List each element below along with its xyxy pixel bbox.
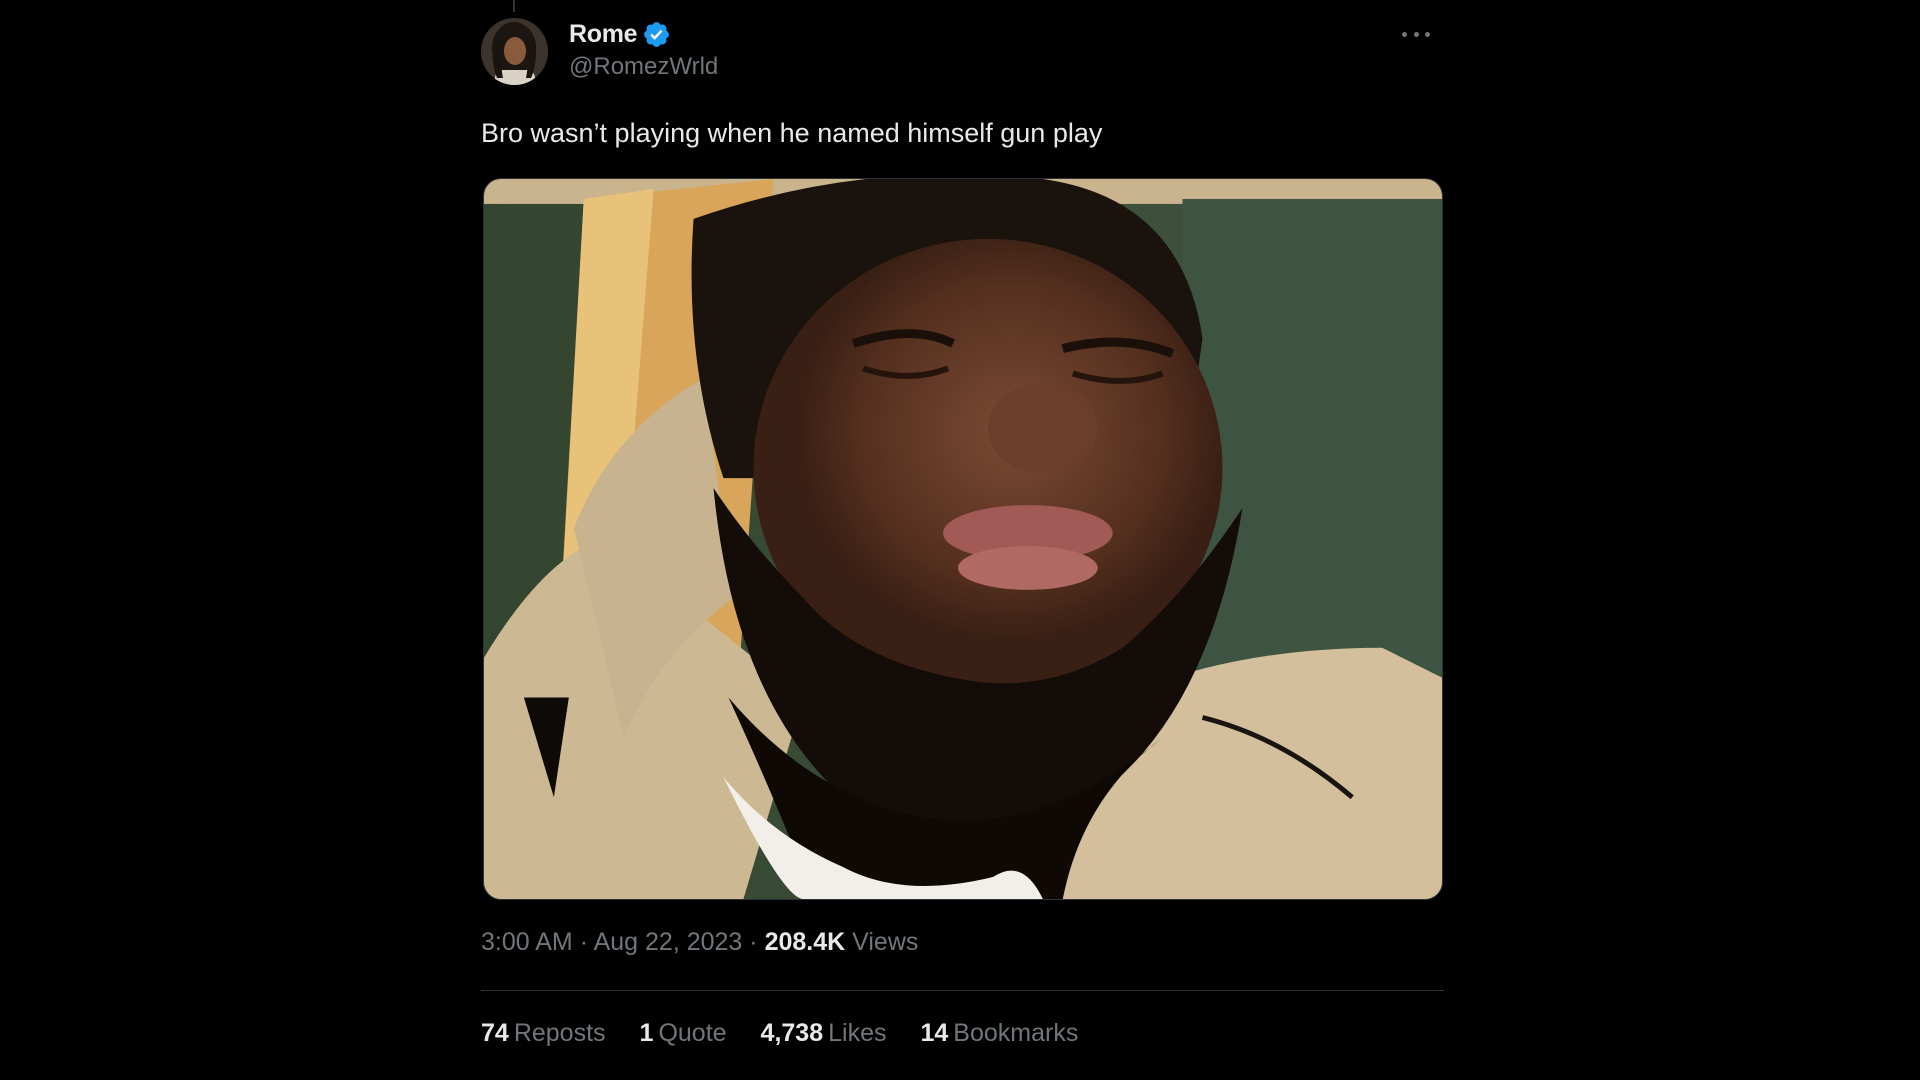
display-name[interactable]: Rome [569, 20, 638, 49]
stat-label: Reposts [513, 1019, 606, 1047]
stat-count: 4,738 [760, 1019, 824, 1047]
tweet-text: Bro wasn’t playing when he named himself… [481, 118, 1103, 148]
tweet-time[interactable]: 3:00 AM [481, 928, 573, 956]
tweet-container: Rome @RomezWrld Bro wasn’t playing when … [481, 0, 1444, 1080]
views-label: Views [852, 928, 919, 956]
stat-reposts[interactable]: 74 Reposts [481, 1019, 606, 1048]
tweet-media-image[interactable] [483, 178, 1443, 900]
avatar-image [481, 18, 548, 85]
stat-label: Likes [828, 1019, 887, 1047]
meta-separator: · [579, 928, 594, 956]
author-handle[interactable]: @RomezWrld [569, 53, 718, 81]
divider [481, 990, 1444, 991]
tweet-meta: 3:00 AM · Aug 22, 2023 · 208.4K Views [481, 928, 918, 957]
views-count: 208.4K [764, 928, 846, 956]
more-dot [1402, 31, 1407, 37]
more-dot [1425, 31, 1430, 37]
media-photo [484, 179, 1442, 899]
tweet-date[interactable]: Aug 22, 2023 [594, 928, 743, 956]
thread-connector-line [513, 0, 515, 12]
name-row: Rome [569, 18, 718, 51]
stat-count: 1 [639, 1019, 654, 1047]
engagement-stats: 74 Reposts 1 Quote 4,738 Likes 14 Bookmarks [481, 1019, 1112, 1048]
stat-quotes[interactable]: 1 Quote [640, 1019, 727, 1048]
stat-count: 74 [481, 1019, 509, 1047]
stat-label: Bookmarks [953, 1019, 1079, 1047]
stat-bookmarks[interactable]: 14 Bookmarks [920, 1019, 1078, 1048]
meta-separator: · [749, 928, 765, 956]
author-info: Rome @RomezWrld [569, 18, 718, 81]
stat-count: 14 [920, 1019, 949, 1047]
more-dot [1413, 31, 1419, 37]
avatar[interactable] [481, 18, 548, 85]
stat-likes[interactable]: 4,738 Likes [761, 1019, 887, 1048]
more-horizontal-icon[interactable] [1398, 22, 1434, 46]
verified-badge-icon[interactable] [642, 20, 671, 49]
stat-label: Quote [658, 1019, 727, 1047]
